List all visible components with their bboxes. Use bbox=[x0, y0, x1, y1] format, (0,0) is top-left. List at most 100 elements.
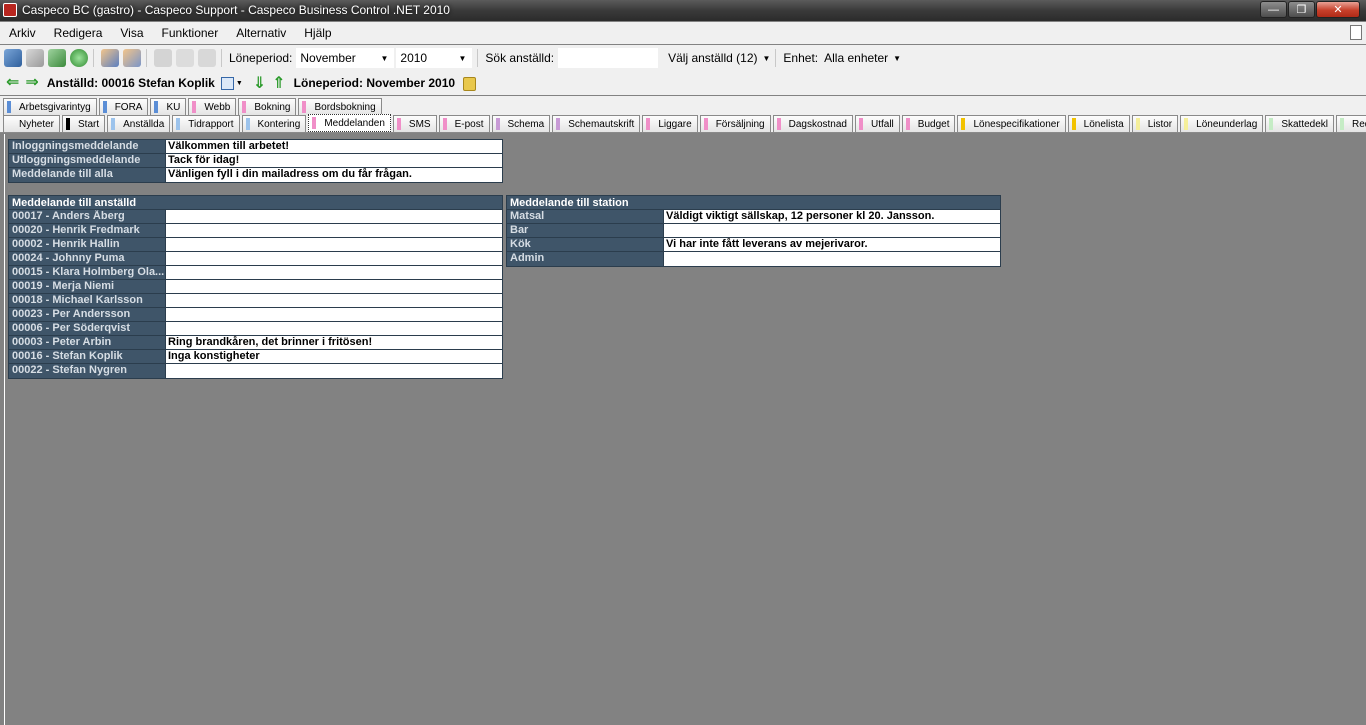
tab-lonespecifikationer[interactable]: Lönespecifikationer bbox=[957, 115, 1066, 132]
tab-fora[interactable]: FORA bbox=[98, 98, 149, 115]
message-input[interactable]: Ring brandkåren, det brinner i fritösen! bbox=[165, 336, 502, 349]
tab-label: Bokning bbox=[254, 101, 291, 113]
tab-label: Budget bbox=[917, 118, 950, 130]
tab-liggare[interactable]: Liggare bbox=[642, 115, 698, 132]
tab-schema[interactable]: Schema bbox=[491, 115, 551, 132]
year-select[interactable]: 2010 ▼ bbox=[396, 48, 473, 68]
tab-redovisning[interactable]: Redovisning bbox=[1336, 115, 1366, 132]
tab-utfall[interactable]: Utfall bbox=[854, 115, 900, 132]
tab-color-marker bbox=[703, 118, 708, 130]
tab-start[interactable]: Start bbox=[62, 115, 106, 132]
message-input[interactable]: Vi har inte fått leverans av mejerivaror… bbox=[663, 238, 1000, 251]
tab-skattedekl[interactable]: Skattedekl bbox=[1265, 115, 1335, 132]
tab-label: Nyheter bbox=[19, 118, 55, 130]
tab-listor[interactable]: Listor bbox=[1131, 115, 1179, 132]
message-input[interactable] bbox=[663, 224, 1000, 237]
message-input[interactable]: Vänligen fyll i din mailadress om du får… bbox=[165, 168, 502, 182]
tab-color-marker bbox=[176, 118, 181, 130]
message-input[interactable] bbox=[165, 266, 502, 279]
message-row-label: 00015 - Klara Holmberg Ola... bbox=[9, 266, 165, 279]
employee-picker-button[interactable]: ▼ bbox=[220, 75, 243, 91]
message-input[interactable] bbox=[165, 238, 502, 251]
tab-label: Bordsbokning bbox=[314, 101, 376, 113]
message-input[interactable] bbox=[663, 252, 1000, 266]
chevron-down-icon: ▼ bbox=[458, 53, 467, 63]
sync-icon[interactable] bbox=[70, 49, 88, 67]
tab-bokning[interactable]: Bokning bbox=[238, 98, 297, 115]
tab-anstallda[interactable]: Anställda bbox=[107, 115, 171, 132]
lock-icon[interactable] bbox=[463, 77, 477, 91]
unit-dropdown[interactable]: Alla enheter ▼ bbox=[824, 51, 901, 65]
print-setup-icon[interactable] bbox=[198, 49, 216, 67]
print-icon[interactable] bbox=[154, 49, 172, 67]
tab-dagskostnad[interactable]: Dagskostnad bbox=[772, 115, 853, 132]
tab-label: Arbetsgivarintyg bbox=[19, 101, 91, 113]
message-row: 00006 - Per Söderqvist bbox=[9, 322, 502, 336]
tab-label: Meddelanden bbox=[324, 117, 385, 129]
tab-sms[interactable]: SMS bbox=[392, 115, 437, 132]
message-row: 00003 - Peter Arbin Ring brandkåren, det … bbox=[9, 336, 502, 350]
export-icon[interactable] bbox=[48, 49, 66, 67]
month-value: November bbox=[300, 51, 356, 65]
current-employee-label: Anställd: 00016 Stefan Koplik bbox=[46, 76, 215, 90]
tab-tidrapport[interactable]: Tidrapport bbox=[172, 115, 240, 132]
menu-alternativ[interactable]: Alternativ bbox=[227, 26, 295, 40]
message-input[interactable] bbox=[165, 322, 502, 335]
connect-icon[interactable] bbox=[4, 49, 22, 67]
tab-meddelanden[interactable]: Meddelanden bbox=[308, 114, 391, 132]
up-arrow-icon[interactable]: ⇑ bbox=[272, 73, 285, 93]
tab-loneunderlag[interactable]: Löneunderlag bbox=[1180, 115, 1264, 132]
tab-schemautskrift[interactable]: Schemautskrift bbox=[552, 115, 641, 132]
employee-messages-panel: Meddelande till anställd 00017 - Anders Å… bbox=[8, 195, 503, 379]
tab-label: Lönelista bbox=[1083, 118, 1124, 130]
message-row: Inloggningsmeddelande Välkommen till arbe… bbox=[9, 140, 502, 154]
minimize-button[interactable]: — bbox=[1260, 1, 1287, 18]
message-input[interactable] bbox=[165, 280, 502, 293]
tab-forsaljning[interactable]: Försäljning bbox=[699, 115, 771, 132]
refresh-icon[interactable] bbox=[26, 49, 44, 67]
menu-arkiv[interactable]: Arkiv bbox=[0, 26, 45, 40]
message-input[interactable] bbox=[165, 308, 502, 321]
document-icon[interactable] bbox=[1350, 25, 1362, 40]
message-input[interactable]: Väldigt viktigt sällskap, 12 personer kl… bbox=[663, 210, 1000, 223]
message-input[interactable] bbox=[165, 224, 502, 237]
tab-color-marker bbox=[1071, 118, 1076, 130]
menu-funktioner[interactable]: Funktioner bbox=[153, 26, 228, 40]
message-input[interactable] bbox=[165, 364, 502, 378]
general-messages-panel: Inloggningsmeddelande Välkommen till arbe… bbox=[8, 139, 503, 183]
select-employee-dropdown[interactable]: Välj anställd (12) ▼ bbox=[668, 51, 770, 65]
menu-visa[interactable]: Visa bbox=[111, 26, 152, 40]
tab-lonelista[interactable]: Lönelista bbox=[1067, 115, 1130, 132]
tab-ku[interactable]: KU bbox=[150, 98, 187, 115]
month-select[interactable]: November ▼ bbox=[296, 48, 395, 68]
toolbar-separator bbox=[146, 49, 147, 67]
message-input[interactable] bbox=[165, 252, 502, 265]
menu-redigera[interactable]: Redigera bbox=[45, 26, 112, 40]
tab-budget[interactable]: Budget bbox=[901, 115, 956, 132]
tab-label: SMS bbox=[408, 118, 431, 130]
tab-webb[interactable]: Webb bbox=[188, 98, 237, 115]
chevron-down-icon: ▼ bbox=[380, 53, 389, 63]
search-employee-input[interactable] bbox=[558, 48, 659, 68]
message-input[interactable]: Inga konstigheter bbox=[165, 350, 502, 363]
print-preview-icon[interactable] bbox=[176, 49, 194, 67]
down-arrow-icon[interactable]: ⇓ bbox=[253, 73, 266, 93]
message-input[interactable]: Välkommen till arbetet! bbox=[165, 140, 502, 153]
tab-e-post[interactable]: E-post bbox=[438, 115, 490, 132]
message-input[interactable] bbox=[165, 210, 502, 223]
users-icon[interactable] bbox=[101, 49, 119, 67]
tab-nyheter[interactable]: Nyheter bbox=[3, 115, 61, 132]
message-input[interactable]: Tack för idag! bbox=[165, 154, 502, 167]
tab-kontering[interactable]: Kontering bbox=[241, 115, 307, 132]
tab-bordsbokning[interactable]: Bordsbokning bbox=[298, 98, 382, 115]
menu-hjalp[interactable]: Hjälp bbox=[295, 26, 340, 40]
maximize-button[interactable]: ❐ bbox=[1288, 1, 1315, 18]
message-input[interactable] bbox=[165, 294, 502, 307]
back-arrow-icon[interactable]: ⇐ bbox=[6, 75, 19, 91]
toolbar-separator bbox=[775, 49, 777, 67]
tab-color-marker bbox=[646, 118, 651, 130]
tab-arbetsgivarintyg[interactable]: Arbetsgivarintyg bbox=[3, 98, 97, 115]
close-button[interactable]: ✕ bbox=[1316, 1, 1360, 18]
forward-arrow-icon[interactable]: ⇒ bbox=[25, 75, 38, 91]
user-icon[interactable] bbox=[123, 49, 141, 67]
